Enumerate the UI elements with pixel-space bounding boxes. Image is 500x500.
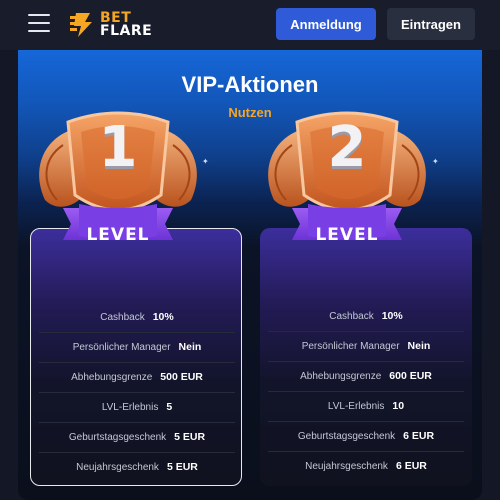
benefit-row: LVL-Erlebnis 10 (268, 392, 464, 420)
benefit-value: 600 EUR (389, 370, 432, 382)
benefit-label: Neujahrsgeschenk (76, 461, 159, 473)
benefit-row: Neujahrsgeschenk 5 EUR (39, 453, 235, 481)
benefit-label: Neujahrsgeschenk (305, 460, 388, 472)
level-2-number: 2 (327, 115, 367, 180)
benefit-label: Persönlicher Manager (301, 340, 400, 352)
benefit-value: 5 EUR (166, 461, 198, 473)
benefit-value: 5 (166, 401, 173, 413)
benefit-row: Cashback 10% (39, 303, 235, 331)
page-title: VIP-Aktionen (181, 72, 319, 97)
benefit-value: 10% (152, 311, 174, 323)
benefit-value: 5 EUR (174, 431, 206, 443)
lightning-logo-icon (70, 13, 92, 37)
benefit-row: Cashback 10% (268, 302, 464, 330)
benefit-value: 500 EUR (160, 371, 203, 383)
logo-text-line2: FLARE (100, 23, 153, 39)
benefit-row: Persönlicher Manager Nein (39, 333, 235, 361)
benefit-value: 6 EUR (403, 430, 435, 442)
level-1-number: 1 (98, 115, 138, 180)
benefit-label: Geburtstagsgeschenk (297, 430, 396, 442)
benefit-label: Persönlicher Manager (72, 341, 171, 353)
benefit-row: LVL-Erlebnis 5 (39, 393, 235, 421)
benefit-label: LVL-Erlebnis (327, 400, 385, 412)
benefit-value: Nein (178, 341, 202, 353)
level-2-ribbon-label: LEVEL (315, 225, 379, 245)
benefit-label: Abhebungsgrenze (300, 370, 382, 382)
top-header: BET FLARE Anmeldung Eintragen (0, 0, 500, 50)
benefit-label: Cashback (329, 310, 374, 322)
benefit-row: Abhebungsgrenze 500 EUR (39, 363, 235, 391)
brand-logo[interactable]: BET FLARE (70, 10, 152, 40)
benefit-row: Persönlicher Manager Nein (268, 332, 464, 360)
benefit-row: Neujahrsgeschenk 6 EUR (268, 452, 464, 480)
benefit-label: Abhebungsgrenze (71, 371, 153, 383)
benefit-label: Cashback (100, 311, 145, 323)
login-button[interactable]: Anmeldung (276, 8, 376, 40)
vip-level-card-1[interactable]: Cashback 10% Persönlicher Manager Nein A… (30, 228, 242, 486)
benefit-label: Geburtstagsgeschenk (68, 431, 167, 443)
benefit-row: Abhebungsgrenze 600 EUR (268, 362, 464, 390)
benefit-value: 10 (392, 400, 405, 412)
benefit-row: Geburtstagsgeschenk 5 EUR (39, 423, 235, 451)
benefit-value: 10% (381, 310, 403, 322)
register-button[interactable]: Eintragen (387, 8, 475, 40)
benefit-value: Nein (407, 340, 431, 352)
level-1-ribbon-label: LEVEL (86, 225, 150, 245)
vip-level-card-2[interactable]: Cashback 10% Persönlicher Manager Nein A… (260, 228, 472, 486)
menu-icon[interactable] (28, 14, 50, 32)
benefit-value: 6 EUR (395, 460, 427, 472)
benefit-row: Geburtstagsgeschenk 6 EUR (268, 422, 464, 450)
benefit-label: LVL-Erlebnis (101, 401, 159, 413)
